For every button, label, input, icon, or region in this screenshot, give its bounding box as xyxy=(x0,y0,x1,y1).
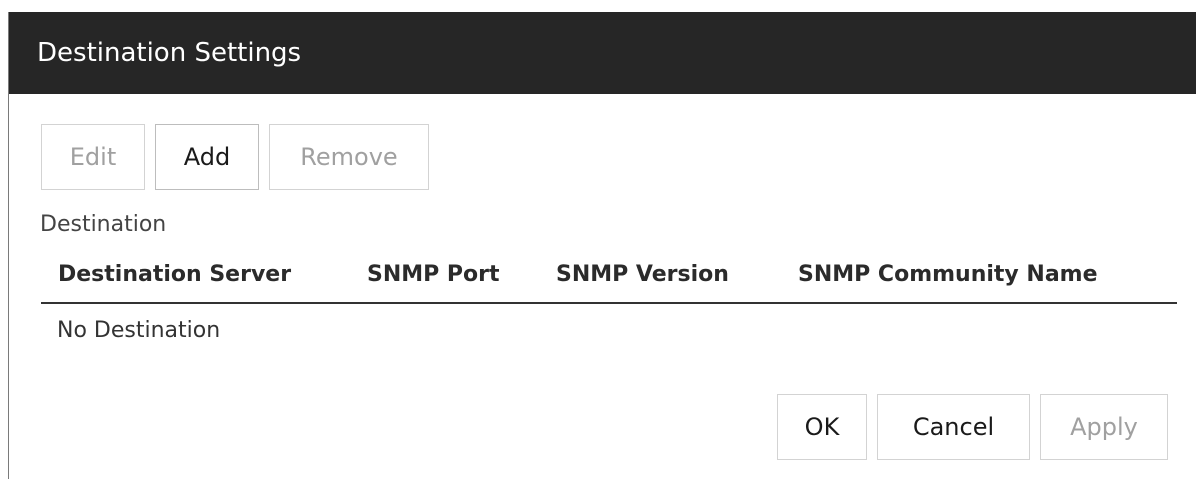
dialog-title: Destination Settings xyxy=(9,12,1196,94)
column-snmp-community-name[interactable]: SNMP Community Name xyxy=(798,262,1098,287)
destination-settings-dialog: Destination Settings Edit Add Remove Des… xyxy=(8,12,1196,479)
empty-table-message: No Destination xyxy=(57,318,221,343)
remove-button[interactable]: Remove xyxy=(269,124,429,190)
apply-button[interactable]: Apply xyxy=(1040,394,1168,460)
edit-button[interactable]: Edit xyxy=(41,124,145,190)
column-snmp-port[interactable]: SNMP Port xyxy=(367,262,500,287)
toolbar: Edit Add Remove xyxy=(41,124,429,190)
dialog-footer: OK Cancel Apply xyxy=(777,394,1168,460)
ok-button[interactable]: OK xyxy=(777,394,867,460)
cancel-button[interactable]: Cancel xyxy=(877,394,1030,460)
destination-section-label: Destination xyxy=(40,212,167,237)
column-destination-server[interactable]: Destination Server xyxy=(58,262,291,287)
column-snmp-version[interactable]: SNMP Version xyxy=(556,262,729,287)
destination-table-header: Destination Server SNMP Port SNMP Versio… xyxy=(41,252,1177,304)
add-button[interactable]: Add xyxy=(155,124,259,190)
